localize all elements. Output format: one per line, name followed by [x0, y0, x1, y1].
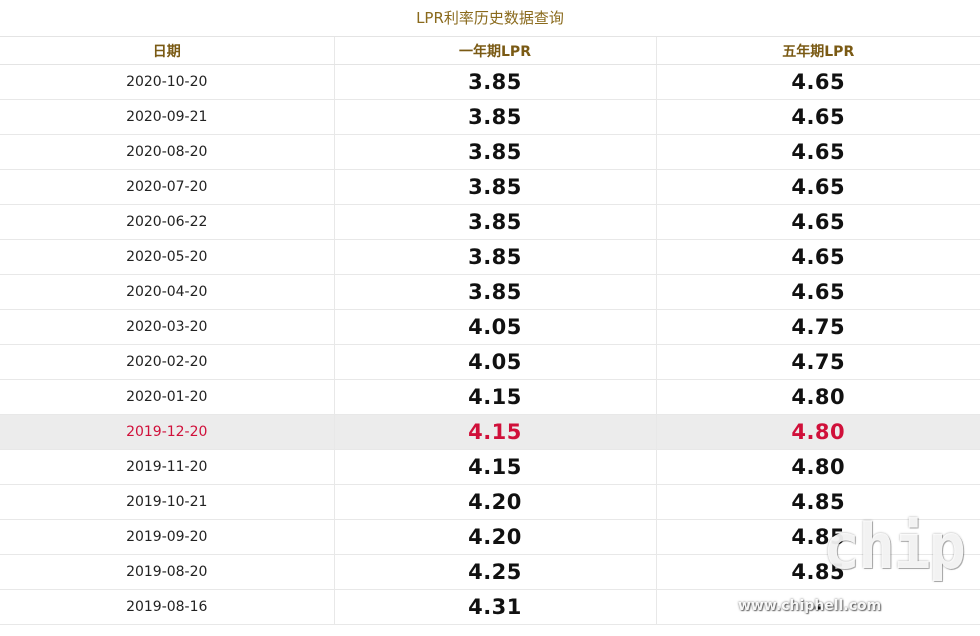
table-row: 2020-09-21 3.85 4.65	[0, 99, 980, 135]
date-cell: 2020-05-20	[0, 239, 335, 275]
five-year-rate-cell: 4.80	[656, 379, 980, 415]
five-year-rate-cell: 4.65	[656, 169, 980, 205]
five-year-rate-cell: 4.65	[656, 239, 980, 275]
date-cell: 2019-12-20	[0, 414, 335, 450]
table-row: 2020-10-20 3.85 4.65	[0, 64, 980, 100]
five-year-rate-cell: 4.65	[656, 134, 980, 170]
five-year-rate-cell: 4.65	[656, 99, 980, 135]
five-year-rate-cell: 4.65	[656, 64, 980, 100]
column-header-date: 日期	[0, 37, 335, 65]
one-year-rate-cell: 3.85	[334, 169, 657, 205]
table-row: 2019-10-21 4.20 4.85	[0, 484, 980, 520]
date-cell: 2019-10-21	[0, 484, 335, 520]
one-year-rate-cell: 4.31	[334, 589, 657, 625]
date-cell: 2019-08-20	[0, 554, 335, 590]
one-year-rate-cell: 4.20	[334, 484, 657, 520]
five-year-rate-cell: 4.65	[656, 204, 980, 240]
lpr-table: 日期 一年期LPR 五年期LPR 2020-10-20 3.85 4.65 2020-…	[0, 37, 980, 625]
one-year-rate-cell: 4.15	[334, 449, 657, 485]
column-header-one-year-lpr: 一年期LPR	[334, 37, 657, 65]
five-year-rate-cell: 4.85	[656, 554, 980, 590]
table-row: 2020-03-20 4.05 4.75	[0, 309, 980, 345]
header-row: 日期 一年期LPR 五年期LPR	[0, 37, 980, 65]
date-cell: 2019-09-20	[0, 519, 335, 555]
table-row: 2019-09-20 4.20 4.85	[0, 519, 980, 555]
five-year-rate-cell: 4.80	[656, 449, 980, 485]
date-cell: 2020-07-20	[0, 169, 335, 205]
five-year-rate-cell: 4.75	[656, 309, 980, 345]
five-year-rate-cell: 4.75	[656, 344, 980, 380]
one-year-rate-cell: 3.85	[334, 239, 657, 275]
one-year-rate-cell: 3.85	[334, 64, 657, 100]
one-year-rate-cell: 4.15	[334, 414, 657, 450]
one-year-rate-cell: 3.85	[334, 274, 657, 310]
table-row: 2020-05-20 3.85 4.65	[0, 239, 980, 275]
table-row: 2019-11-20 4.15 4.80	[0, 449, 980, 485]
column-header-five-year-lpr: 五年期LPR	[656, 37, 980, 65]
one-year-rate-cell: 4.05	[334, 309, 657, 345]
one-year-rate-cell: 3.85	[334, 134, 657, 170]
one-year-rate-cell: 4.25	[334, 554, 657, 590]
date-cell: 2019-08-16	[0, 589, 335, 625]
date-cell: 2020-01-20	[0, 379, 335, 415]
one-year-rate-cell: 4.05	[334, 344, 657, 380]
five-year-rate-cell: 4.85	[656, 484, 980, 520]
date-cell: 2020-03-20	[0, 309, 335, 345]
one-year-rate-cell: 3.85	[334, 204, 657, 240]
five-year-rate-cell: 4.85	[656, 519, 980, 555]
date-cell: 2020-06-22	[0, 204, 335, 240]
table-row: 2019-08-20 4.25 4.85	[0, 554, 980, 590]
table-row: 2020-08-20 3.85 4.65	[0, 134, 980, 170]
five-year-rate-cell: 4.80	[656, 414, 980, 450]
table-row: 2020-07-20 3.85 4.65	[0, 169, 980, 205]
date-cell: 2020-08-20	[0, 134, 335, 170]
one-year-rate-cell: 3.85	[334, 99, 657, 135]
five-year-rate-cell: -	[656, 589, 980, 625]
date-cell: 2020-02-20	[0, 344, 335, 380]
one-year-rate-cell: 4.15	[334, 379, 657, 415]
one-year-rate-cell: 4.20	[334, 519, 657, 555]
table-row: 2020-06-22 3.85 4.65	[0, 204, 980, 240]
date-cell: 2020-09-21	[0, 99, 335, 135]
table-row: 2020-02-20 4.05 4.75	[0, 344, 980, 380]
date-cell: 2020-10-20	[0, 64, 335, 100]
table-row: 2020-04-20 3.85 4.65	[0, 274, 980, 310]
table-row: 2019-08-16 4.31-	[0, 589, 980, 625]
date-cell: 2019-11-20	[0, 449, 335, 485]
table-row: 2020-01-20 4.15 4.80	[0, 379, 980, 415]
page-title: LPR利率历史数据查询	[0, 0, 980, 37]
table-row: 2019-12-20 4.15 4.80	[0, 414, 980, 450]
date-cell: 2020-04-20	[0, 274, 335, 310]
five-year-rate-cell: 4.65	[656, 274, 980, 310]
